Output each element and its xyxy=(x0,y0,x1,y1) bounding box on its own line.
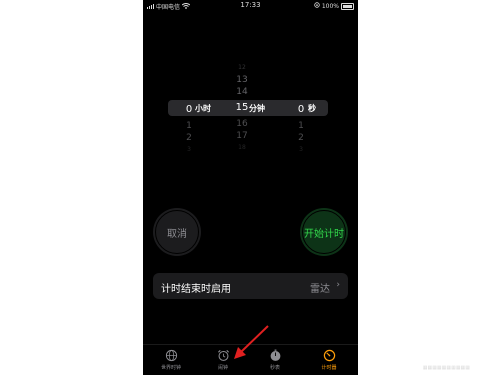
minutes-option: 16 xyxy=(236,119,248,129)
status-bar: 中国电信 17:33 100% xyxy=(143,0,358,11)
status-right: 100% xyxy=(314,2,354,10)
sound-value: 雷达 xyxy=(310,284,330,295)
cancel-button-label: 取消 xyxy=(167,228,187,240)
tab-stopwatch[interactable]: 秒表 xyxy=(255,349,295,371)
stopwatch-icon xyxy=(270,349,280,361)
tab-label: 世界时钟 xyxy=(160,365,181,371)
rotation-lock-icon xyxy=(314,2,320,10)
minutes-option: 12 xyxy=(238,64,246,71)
globe-icon xyxy=(165,349,177,362)
tab-world-clock[interactable]: 世界时钟 xyxy=(151,349,191,371)
tab-bar: 世界时钟 闹钟 秒表 计时器 xyxy=(143,344,358,375)
when-timer-ends-label: 计时结束时启用 xyxy=(161,284,231,295)
tab-label: 闹钟 xyxy=(217,365,228,371)
seconds-option: 1 xyxy=(298,121,304,131)
tab-label: 秒表 xyxy=(269,365,280,371)
hours-option: 3 xyxy=(187,146,191,153)
seconds-wheel[interactable]: 0 1 2 3 xyxy=(281,74,321,156)
hours-unit: 小时 xyxy=(195,104,211,113)
phone-screen: 中国电信 17:33 100% 0 1 2 3 小时 12 13 14 15 1… xyxy=(143,0,358,375)
seconds-option: 3 xyxy=(299,146,303,153)
seconds-option: 2 xyxy=(298,133,304,143)
tab-alarm[interactable]: 闹钟 xyxy=(203,349,243,371)
cancel-button[interactable]: 取消 xyxy=(153,208,201,256)
alarm-clock-icon xyxy=(217,349,229,361)
chevron-right-icon: › xyxy=(336,280,340,290)
minutes-option: 13 xyxy=(236,75,248,85)
minutes-option: 17 xyxy=(236,131,248,141)
battery-icon xyxy=(341,2,354,10)
hours-option: 1 xyxy=(186,121,192,131)
minutes-option: 18 xyxy=(238,144,246,151)
start-button-label: 开始计时 xyxy=(304,228,344,240)
start-button[interactable]: 开始计时 xyxy=(300,208,348,256)
battery-percent: 100% xyxy=(321,2,339,10)
hours-option: 2 xyxy=(186,133,192,143)
when-timer-ends-row[interactable]: 计时结束时启用 雷达 › xyxy=(153,273,348,299)
watermark-icon: ▦▦▦▦▦▦▦▦▦▦ xyxy=(422,365,470,371)
hours-wheel[interactable]: 0 1 2 3 xyxy=(169,74,209,156)
seconds-unit: 秒 xyxy=(308,104,316,113)
minutes-option: 14 xyxy=(236,87,248,97)
minutes-unit: 分钟 xyxy=(249,104,265,113)
tab-timer[interactable]: 计时器 xyxy=(309,349,349,371)
tab-label: 计时器 xyxy=(321,365,337,371)
timer-picker[interactable]: 0 1 2 3 小时 12 13 14 15 16 17 18 分钟 0 1 2… xyxy=(143,60,358,155)
timer-icon xyxy=(323,349,335,362)
